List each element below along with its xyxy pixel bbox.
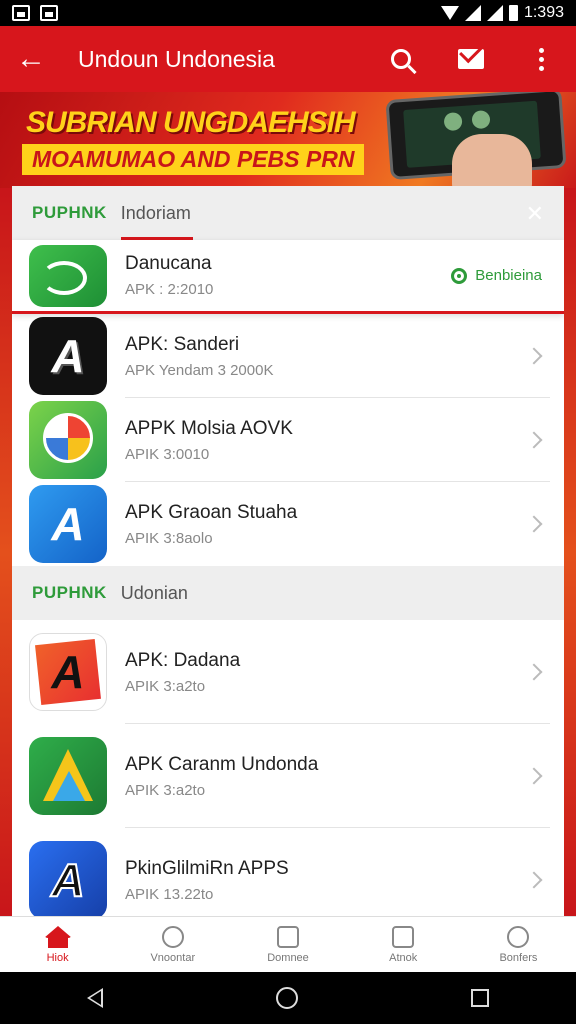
nav-label: Atnok bbox=[389, 951, 418, 964]
left-edge bbox=[0, 188, 12, 918]
nav-label: Hiok bbox=[46, 951, 69, 964]
target-icon bbox=[451, 267, 468, 284]
signal-icon-2 bbox=[486, 5, 503, 21]
app-name: PkinGlilmiRn APPS bbox=[125, 857, 289, 879]
app-bar: ← Undoun Undonesia bbox=[0, 26, 576, 92]
search-button[interactable] bbox=[366, 49, 436, 69]
mail-icon bbox=[458, 49, 484, 69]
featured-app-row[interactable]: Danucana APK : 2:2010 Benbieina bbox=[12, 240, 564, 314]
banner-headline: SUBRIAN UNGDAEHSIH bbox=[26, 106, 356, 139]
status-bar: 1:393 bbox=[0, 0, 576, 26]
timer-icon bbox=[161, 925, 184, 948]
status-badge: Benbieina bbox=[451, 267, 542, 284]
section-brand: PUPHNK bbox=[32, 583, 107, 602]
nav-label: Domnee bbox=[267, 951, 309, 964]
mail-button[interactable] bbox=[436, 49, 506, 69]
app-icon-darkblue-a: A bbox=[29, 841, 107, 916]
nav-home[interactable]: Hiok bbox=[0, 917, 115, 972]
hand-illustration bbox=[452, 134, 532, 188]
app-icon-red-a: A bbox=[29, 633, 107, 711]
bottom-nav: Hiok Vnoontar Domnee Atnok Bonfers bbox=[0, 916, 576, 972]
app-icon-triangle bbox=[29, 737, 107, 815]
app-icon-color-disc bbox=[29, 401, 107, 479]
app-subtitle: APIK 3:a2to bbox=[125, 781, 206, 799]
more-menu-button[interactable] bbox=[506, 47, 576, 71]
users-icon bbox=[507, 925, 530, 948]
app-icon-green-loop bbox=[29, 244, 107, 307]
app-subtitle: APIK 13.22to bbox=[125, 885, 214, 903]
more-vert-icon bbox=[538, 47, 544, 71]
nav-item-4[interactable]: Atnok bbox=[346, 917, 461, 972]
chevron-right-icon bbox=[525, 347, 543, 365]
app-subtitle: APIK 3:a2to bbox=[125, 677, 206, 695]
chevron-right-icon bbox=[525, 767, 543, 785]
section-header-1: PUPHNK Indoriam ✕ bbox=[12, 186, 564, 240]
app-name: APK Graoan Stuaha bbox=[125, 501, 298, 523]
gallery-notification-icon bbox=[40, 5, 58, 21]
search-icon bbox=[391, 49, 411, 69]
list-item[interactable]: APPK Molsia AOVK APIK 3:0010 bbox=[12, 398, 564, 482]
chevron-right-icon bbox=[525, 871, 543, 889]
app-subtitle: APIK 3:8aolo bbox=[125, 529, 213, 547]
promo-banner[interactable]: SUBRIAN UNGDAEHSIH MOAMUMAO AND PEBS PRN bbox=[0, 92, 576, 188]
tag-icon bbox=[277, 925, 299, 948]
app-title: Undoun Undonesia bbox=[78, 45, 275, 72]
nav-item-5[interactable]: Bonfers bbox=[461, 917, 576, 972]
chevron-right-icon bbox=[525, 515, 543, 533]
wifi-icon bbox=[440, 6, 459, 20]
right-edge bbox=[564, 188, 576, 918]
list-item[interactable]: A APK: Dadana APIK 3:a2to bbox=[12, 620, 564, 724]
system-recents-icon[interactable] bbox=[471, 989, 490, 1007]
image-notification-icon bbox=[12, 5, 30, 21]
calendar-icon bbox=[392, 925, 415, 948]
system-back-icon[interactable] bbox=[86, 988, 103, 1008]
app-name: APK: Sanderi bbox=[125, 333, 240, 355]
tab-indoriam[interactable]: Indoriam bbox=[120, 186, 193, 240]
section-brand: PUPHNK bbox=[32, 203, 107, 222]
banner-subline-box: MOAMUMAO AND PEBS PRN bbox=[22, 144, 365, 175]
signal-icon bbox=[464, 5, 481, 21]
battery-icon bbox=[508, 5, 518, 21]
app-icon-blue-a: A bbox=[29, 485, 107, 563]
list-item[interactable]: A PkinGlilmiRn APPS APIK 13.22to bbox=[12, 828, 564, 916]
app-subtitle: APK : 2:2010 bbox=[125, 281, 214, 298]
app-name: APK: Dadana bbox=[125, 649, 241, 671]
chevron-right-icon bbox=[525, 431, 543, 449]
app-list-panel: PUPHNK Indoriam ✕ Danucana APK : 2:2010 … bbox=[12, 186, 564, 916]
tab-udonian[interactable]: Udonian bbox=[121, 566, 188, 620]
back-arrow-icon[interactable]: ← bbox=[0, 42, 62, 76]
system-home-icon[interactable] bbox=[275, 987, 298, 1009]
close-icon[interactable]: ✕ bbox=[526, 201, 544, 227]
clock: 1:393 bbox=[523, 4, 564, 21]
app-icon-black-a: A bbox=[29, 317, 107, 395]
section-header-2: PUPHNK Udonian bbox=[12, 566, 564, 620]
chevron-right-icon bbox=[525, 663, 543, 681]
app-subtitle: APIK 3:0010 bbox=[125, 445, 210, 463]
nav-item-2[interactable]: Vnoontar bbox=[115, 917, 230, 972]
list-item[interactable]: APK Caranm Undonda APIK 3:a2to bbox=[12, 724, 564, 828]
app-name: APK Caranm Undonda bbox=[125, 753, 319, 775]
banner-subline: MOAMUMAO AND PEBS PRN bbox=[32, 146, 355, 172]
list-item[interactable]: A APK: Sanderi APK Yendam 3 2000K bbox=[12, 314, 564, 398]
app-name: Danucana bbox=[125, 253, 212, 274]
status-badge-label: Benbieina bbox=[475, 267, 542, 284]
system-nav-bar bbox=[0, 972, 576, 1024]
app-name: APPK Molsia AOVK bbox=[125, 417, 293, 439]
nav-item-3[interactable]: Domnee bbox=[230, 917, 345, 972]
nav-label: Bonfers bbox=[499, 951, 538, 964]
nav-label: Vnoontar bbox=[150, 951, 196, 964]
list-item[interactable]: A APK Graoan Stuaha APIK 3:8aolo bbox=[12, 482, 564, 566]
app-subtitle: APK Yendam 3 2000K bbox=[125, 361, 274, 379]
home-icon bbox=[43, 925, 72, 948]
